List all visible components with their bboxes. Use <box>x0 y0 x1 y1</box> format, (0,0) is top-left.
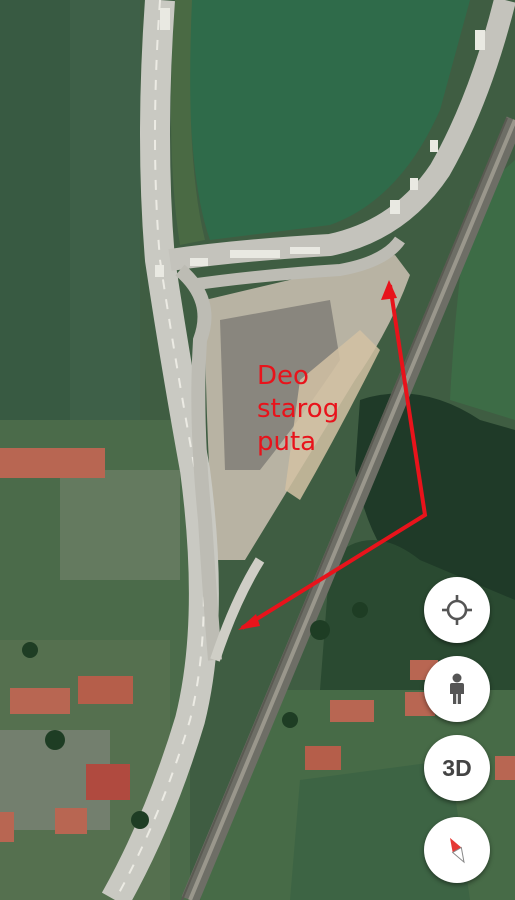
3d-view-button[interactable]: 3D <box>424 735 490 801</box>
annotation-line: Deo <box>257 361 309 391</box>
annotation-label: Deo starog puta <box>257 360 339 459</box>
annotation-line: starog <box>257 394 340 424</box>
annotation-line: puta <box>257 427 317 457</box>
3d-label: 3D <box>442 754 472 781</box>
my-location-button[interactable] <box>424 577 490 643</box>
compass-button[interactable] <box>424 817 490 883</box>
crosshair-location-icon <box>442 595 472 625</box>
pegman-icon <box>450 673 464 704</box>
street-view-button[interactable] <box>424 656 490 722</box>
compass-icon <box>450 837 465 864</box>
